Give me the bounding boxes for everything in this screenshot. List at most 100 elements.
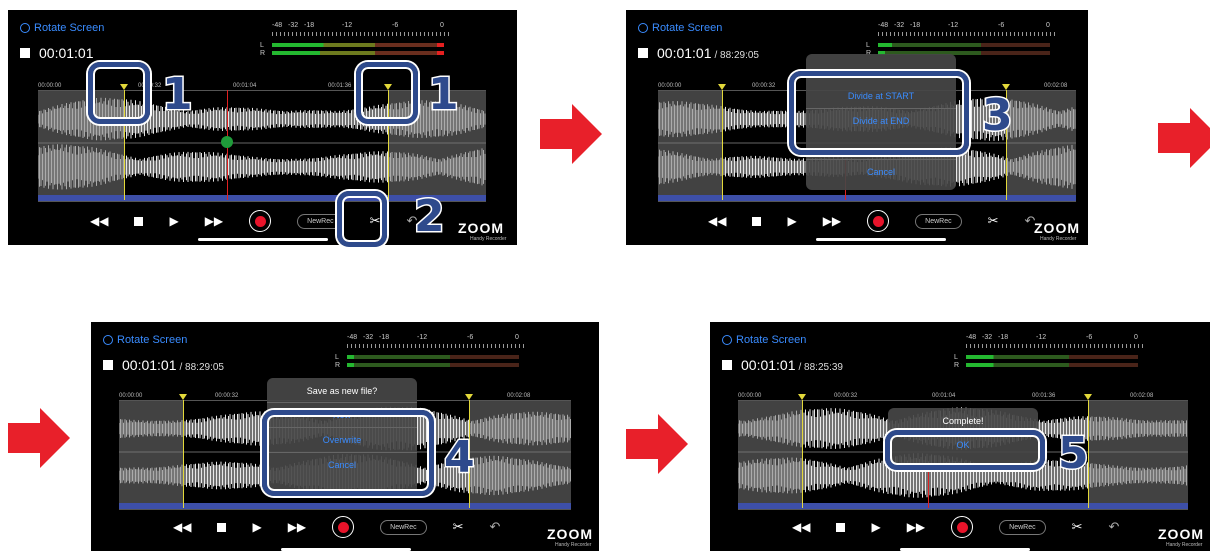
rewind-button[interactable]: ◀◀ (708, 214, 726, 228)
meter-scale-label: -32 (982, 334, 993, 341)
zoom-logo: ZOOM (1034, 220, 1080, 236)
newrec-button[interactable]: NewRec (915, 213, 962, 229)
timecode-total: / 88:29:05 (179, 362, 224, 373)
rotate-screen-button[interactable]: Rotate Screen (722, 334, 806, 346)
scissors-icon[interactable]: ✂ (453, 519, 464, 535)
rotate-icon (722, 335, 732, 345)
rotate-screen-button[interactable]: Rotate Screen (103, 334, 187, 346)
meter-scale-label: -32 (363, 334, 374, 341)
start-marker[interactable] (179, 394, 187, 508)
callout-box-4 (262, 410, 434, 496)
play-button[interactable]: ▶ (252, 520, 261, 534)
timecode: 00:01:01 (20, 45, 94, 61)
ruler-label: 00:01:36 (328, 83, 352, 89)
stop-status-icon (20, 48, 30, 58)
zoom-logo-subtitle: Handy Recorder (1166, 542, 1203, 548)
stop-status-icon (722, 360, 732, 370)
start-marker-handle[interactable] (179, 394, 187, 400)
stop-button[interactable] (134, 216, 144, 226)
meter-scale-label: -32 (288, 22, 299, 29)
playhead[interactable] (928, 472, 929, 508)
meter-channel-r: R (260, 50, 266, 57)
rewind-button[interactable]: ◀◀ (90, 214, 108, 228)
timeline-bar (658, 195, 1076, 201)
start-marker-handle[interactable] (718, 84, 726, 90)
cancel-option[interactable]: Cancel (806, 159, 956, 184)
undo-icon[interactable]: ↶ (490, 519, 501, 535)
meter-ticks (878, 32, 1056, 36)
playhead-handle[interactable] (221, 136, 233, 148)
scissors-icon[interactable]: ✂ (988, 213, 999, 229)
meter-bar-l (878, 43, 1050, 47)
record-icon (337, 521, 349, 533)
callout-number: 3 (981, 90, 1015, 141)
fast-forward-button[interactable]: ▶▶ (288, 520, 306, 534)
meter-scale-label: -18 (998, 334, 1009, 341)
transport-bar: ◀◀ ▶ ▶▶ NewRec ✂ ↶ (173, 516, 526, 538)
end-marker-handle[interactable] (1084, 394, 1092, 400)
meter-scale-label: -48 (347, 334, 358, 341)
stop-button[interactable] (836, 522, 846, 532)
meter-scale-label: -48 (878, 22, 889, 29)
record-icon (956, 521, 968, 533)
timeline-bar (119, 503, 571, 509)
timecode: 00:01:01/ 88:29:05 (103, 357, 224, 373)
meter-channel-r: R (954, 362, 960, 369)
ruler-label: 00:00:00 (119, 393, 143, 399)
record-button[interactable] (332, 516, 355, 538)
rotate-icon (638, 23, 648, 33)
meter-scale-label: -6 (392, 22, 399, 29)
rotate-screen-button[interactable]: Rotate Screen (20, 22, 104, 34)
record-button[interactable] (951, 516, 974, 538)
meter-ticks (347, 344, 525, 348)
meter-bar-l (272, 43, 444, 47)
fast-forward-button[interactable]: ▶▶ (823, 214, 841, 228)
start-marker-handle[interactable] (798, 394, 806, 400)
play-button[interactable]: ▶ (871, 520, 880, 534)
rotate-screen-button[interactable]: Rotate Screen (638, 22, 722, 34)
playhead[interactable] (221, 90, 233, 200)
start-marker[interactable] (718, 84, 726, 200)
stop-button[interactable] (217, 522, 227, 532)
rotate-screen-label: Rotate Screen (34, 22, 105, 34)
meter-scale-label: 0 (440, 22, 444, 29)
record-button[interactable] (249, 210, 272, 232)
unselected-region (738, 401, 802, 503)
newrec-button[interactable]: NewRec (380, 519, 427, 535)
play-button[interactable]: ▶ (169, 214, 178, 228)
ruler-label: 00:01:04 (233, 83, 257, 89)
callout-number: 4 (443, 432, 477, 483)
dialog-title: Complete! (942, 416, 984, 426)
fast-forward-button[interactable]: ▶▶ (205, 214, 223, 228)
dialog-title: Save as new file? (306, 386, 378, 396)
newrec-button[interactable]: NewRec (999, 519, 1046, 535)
meter-scale-label: -18 (304, 22, 315, 29)
fast-forward-button[interactable]: ▶▶ (907, 520, 925, 534)
timecode-total: / 88:29:05 (714, 50, 759, 61)
timecode-total: / 88:25:39 (798, 362, 843, 373)
scissors-icon[interactable]: ✂ (1072, 519, 1083, 535)
meter-scale-label: -12 (342, 22, 353, 29)
meter-ticks (272, 32, 450, 36)
play-button[interactable]: ▶ (787, 214, 796, 228)
undo-icon[interactable]: ↶ (1109, 519, 1120, 535)
callout-number: 1 (161, 69, 195, 120)
meter-ticks (966, 344, 1144, 348)
callout-box-2 (337, 191, 387, 247)
ruler-label: 00:00:00 (658, 83, 682, 89)
start-marker[interactable] (798, 394, 806, 508)
record-button[interactable] (867, 210, 890, 232)
meter-scale-label: 0 (1134, 334, 1138, 341)
rewind-button[interactable]: ◀◀ (173, 520, 191, 534)
ruler-label: 00:00:00 (38, 83, 62, 89)
rewind-button[interactable]: ◀◀ (792, 520, 810, 534)
callout-number: 2 (413, 191, 447, 242)
meter-bar-l (347, 355, 519, 359)
home-indicator (198, 238, 328, 241)
stop-icon (836, 522, 846, 532)
meter-bar-r (347, 363, 519, 367)
record-icon (872, 215, 884, 227)
stop-icon (752, 216, 762, 226)
end-marker-handle[interactable] (465, 394, 473, 400)
stop-button[interactable] (752, 216, 762, 226)
